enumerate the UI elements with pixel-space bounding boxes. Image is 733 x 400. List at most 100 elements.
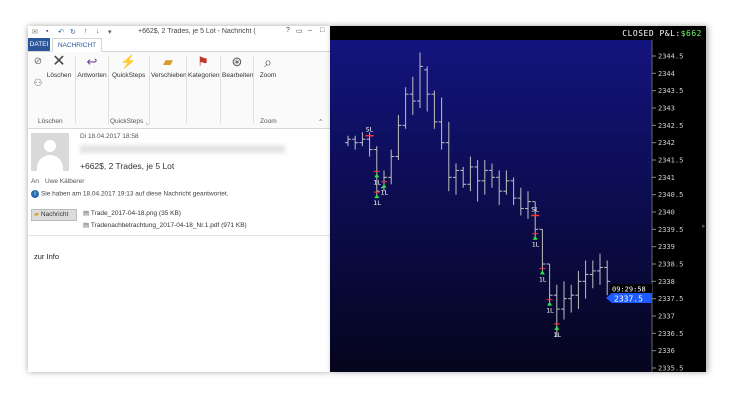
edit-button[interactable]: ⊛ Bearbeiten (222, 54, 254, 79)
edit-label: Bearbeiten (222, 72, 254, 79)
undo-icon[interactable]: ↶ (58, 28, 64, 36)
up-arrow-icon[interactable]: ↑ (84, 28, 88, 35)
time-label: 09:29:58 (612, 286, 646, 294)
price-label: 2343 (658, 105, 675, 113)
closed-pnl-value: $662 (680, 29, 702, 38)
trade-marker-label: SL (366, 126, 374, 134)
price-label: 2336.5 (658, 330, 683, 338)
reply-label: Antworten (77, 72, 107, 79)
price-label: 2341.5 (658, 157, 683, 165)
trade-marker-label: 1L (539, 275, 547, 283)
save-icon[interactable]: ▪ (46, 28, 48, 35)
group-label-zoom: Zoom (260, 118, 277, 125)
ribbon-tabs: DATEI NACHRICHT (28, 38, 330, 52)
outlook-message-window: ✉ ▪ ↶ ↻ ↑ ↓ ▾ +662$, 2 Trades, je 5 Lot … (28, 26, 330, 372)
move-button[interactable]: ▰ Verschieben (151, 54, 187, 79)
group-separator (75, 56, 76, 124)
group-separator (186, 56, 187, 124)
pdf-file-icon: ▤ (83, 222, 90, 229)
recipient-name: Uwe Kälberer (45, 178, 85, 185)
closed-pnl-label: CLOSED P&L: (622, 29, 681, 38)
attachment-name: Trade_2017-04-18.png (35 KB) (90, 210, 181, 217)
lightning-icon: ⚡ (120, 54, 137, 69)
price-label: 2337 (658, 313, 675, 321)
delete-button[interactable]: ✕ Löschen (46, 53, 72, 80)
price-label: 2338.5 (658, 261, 683, 269)
tab-nachricht[interactable]: NACHRICHT (52, 38, 102, 52)
group-separator (253, 56, 254, 124)
price-chart-svg: SL1L1L1LSL1L1L1L1L 2344.523442343.523432… (330, 26, 706, 372)
info-icon: i (31, 190, 39, 198)
help-icon[interactable]: ? (286, 27, 290, 34)
flag-icon: ⚑ (197, 54, 209, 69)
down-arrow-icon[interactable]: ↓ (96, 28, 100, 35)
ribbon-options-icon[interactable]: ▭ (296, 27, 303, 35)
maximize-icon[interactable]: □ (320, 27, 324, 34)
person-body-icon (37, 155, 63, 171)
attachment-item[interactable]: ▤ Tradenachbetrachtung_2017-04-18_Nr.1.p… (83, 221, 247, 229)
price-label: 2335.5 (658, 365, 683, 373)
people-icon: ⚇ (33, 78, 43, 89)
chart-scroll-arrow-icon[interactable]: ▸ (702, 222, 706, 230)
quicksteps-label: QuickSteps (112, 72, 146, 79)
attachment-name: Tradenachbetrachtung_2017-04-18_Nr.1.pdf… (90, 222, 247, 229)
chart-background (330, 26, 706, 372)
minimize-icon[interactable]: – (308, 27, 312, 34)
price-label: 2341 (658, 174, 675, 182)
categories-label: Kategorien (188, 72, 220, 79)
trade-marker-label: 1L (373, 199, 381, 207)
image-file-icon: ▤ (83, 210, 90, 217)
group-label-delete: Löschen (38, 118, 63, 125)
reply-info-text: Sie haben am 18.04.2017 19:13 auf diese … (40, 190, 229, 198)
last-price-label: 2337.5 (614, 295, 643, 304)
dialog-launcher-icon[interactable]: ⌞ (146, 118, 149, 126)
price-label: 2342 (658, 139, 675, 147)
title-bar: ✉ ▪ ↶ ↻ ↑ ↓ ▾ +662$, 2 Trades, je 5 Lot … (28, 26, 330, 38)
message-subject: +662$, 2 Trades, je 5 Lot (80, 161, 175, 171)
ribbon: ⊘ ⚇ ✕ Löschen ↩ Antworten ⚡ QuickSteps ▰… (28, 52, 330, 129)
zoom-button[interactable]: ⌕ Zoom (256, 54, 280, 79)
message-body[interactable]: zur Info (34, 252, 59, 261)
redo-icon[interactable]: ↻ (70, 28, 76, 36)
price-label: 2344.5 (658, 53, 683, 61)
info-bar: i Sie haben am 18.04.2017 19:13 auf dies… (31, 190, 327, 202)
reply-icon: ↩ (86, 54, 98, 69)
categories-button[interactable]: ⚑ Kategorien (188, 54, 220, 79)
time-price-box: 09:29:58 2337.5 (606, 284, 652, 304)
attachment-bar: ▰ Nachricht ▤ Trade_2017-04-18.png (35 K… (28, 207, 330, 236)
message-tab-button[interactable]: ▰ Nachricht (31, 209, 77, 221)
trade-marker-label: 1L (381, 189, 389, 197)
tab-datei[interactable]: DATEI (28, 38, 50, 51)
group-separator (108, 56, 109, 124)
trade-marker-label: 1L (546, 307, 554, 315)
trade-marker-label: 1L (532, 241, 540, 249)
customize-qat-icon[interactable]: ▾ (108, 28, 112, 36)
price-label: 2344 (658, 70, 675, 78)
move-label: Verschieben (151, 72, 187, 79)
message-date: Di 18.04.2017 18:58 (80, 133, 139, 140)
price-label: 2343.5 (658, 87, 683, 95)
junk-icon: ⊘ (33, 56, 43, 67)
delete-label: Löschen (46, 72, 72, 79)
attachment-item[interactable]: ▤ Trade_2017-04-18.png (35 KB) (83, 209, 181, 217)
message-header: Di 18.04.2017 18:58 +662$, 2 Trades, je … (28, 129, 330, 187)
price-label: 2339 (658, 243, 675, 251)
ignore-button[interactable]: ⚇ (30, 76, 46, 94)
envelope-icon: ▰ (34, 211, 39, 218)
folder-move-icon: ▰ (163, 54, 173, 69)
group-separator (149, 56, 150, 124)
group-label-quicksteps: QuickSteps (110, 118, 144, 125)
reply-button[interactable]: ↩ Antworten (77, 54, 107, 79)
price-label: 2336 (658, 347, 675, 355)
delete-x-icon: ✕ (52, 53, 66, 70)
quicksteps-button[interactable]: ⚡ QuickSteps (112, 54, 146, 79)
trading-chart[interactable]: SL 1L 1L 1L SL 1L 1L 1L 1L 2344.5 2344 2343.5 2343 2… (330, 26, 706, 372)
sender-avatar (31, 133, 69, 171)
price-label: 2340 (658, 209, 675, 217)
binoculars-icon: ⊛ (231, 54, 243, 69)
junk-button[interactable]: ⊘ (30, 54, 46, 72)
collapse-ribbon-icon[interactable]: ⌃ (318, 118, 323, 126)
trade-marker-label: 1L (553, 331, 561, 339)
trade-marker-label: SL (531, 205, 539, 213)
magnifier-icon: ⌕ (264, 54, 272, 70)
